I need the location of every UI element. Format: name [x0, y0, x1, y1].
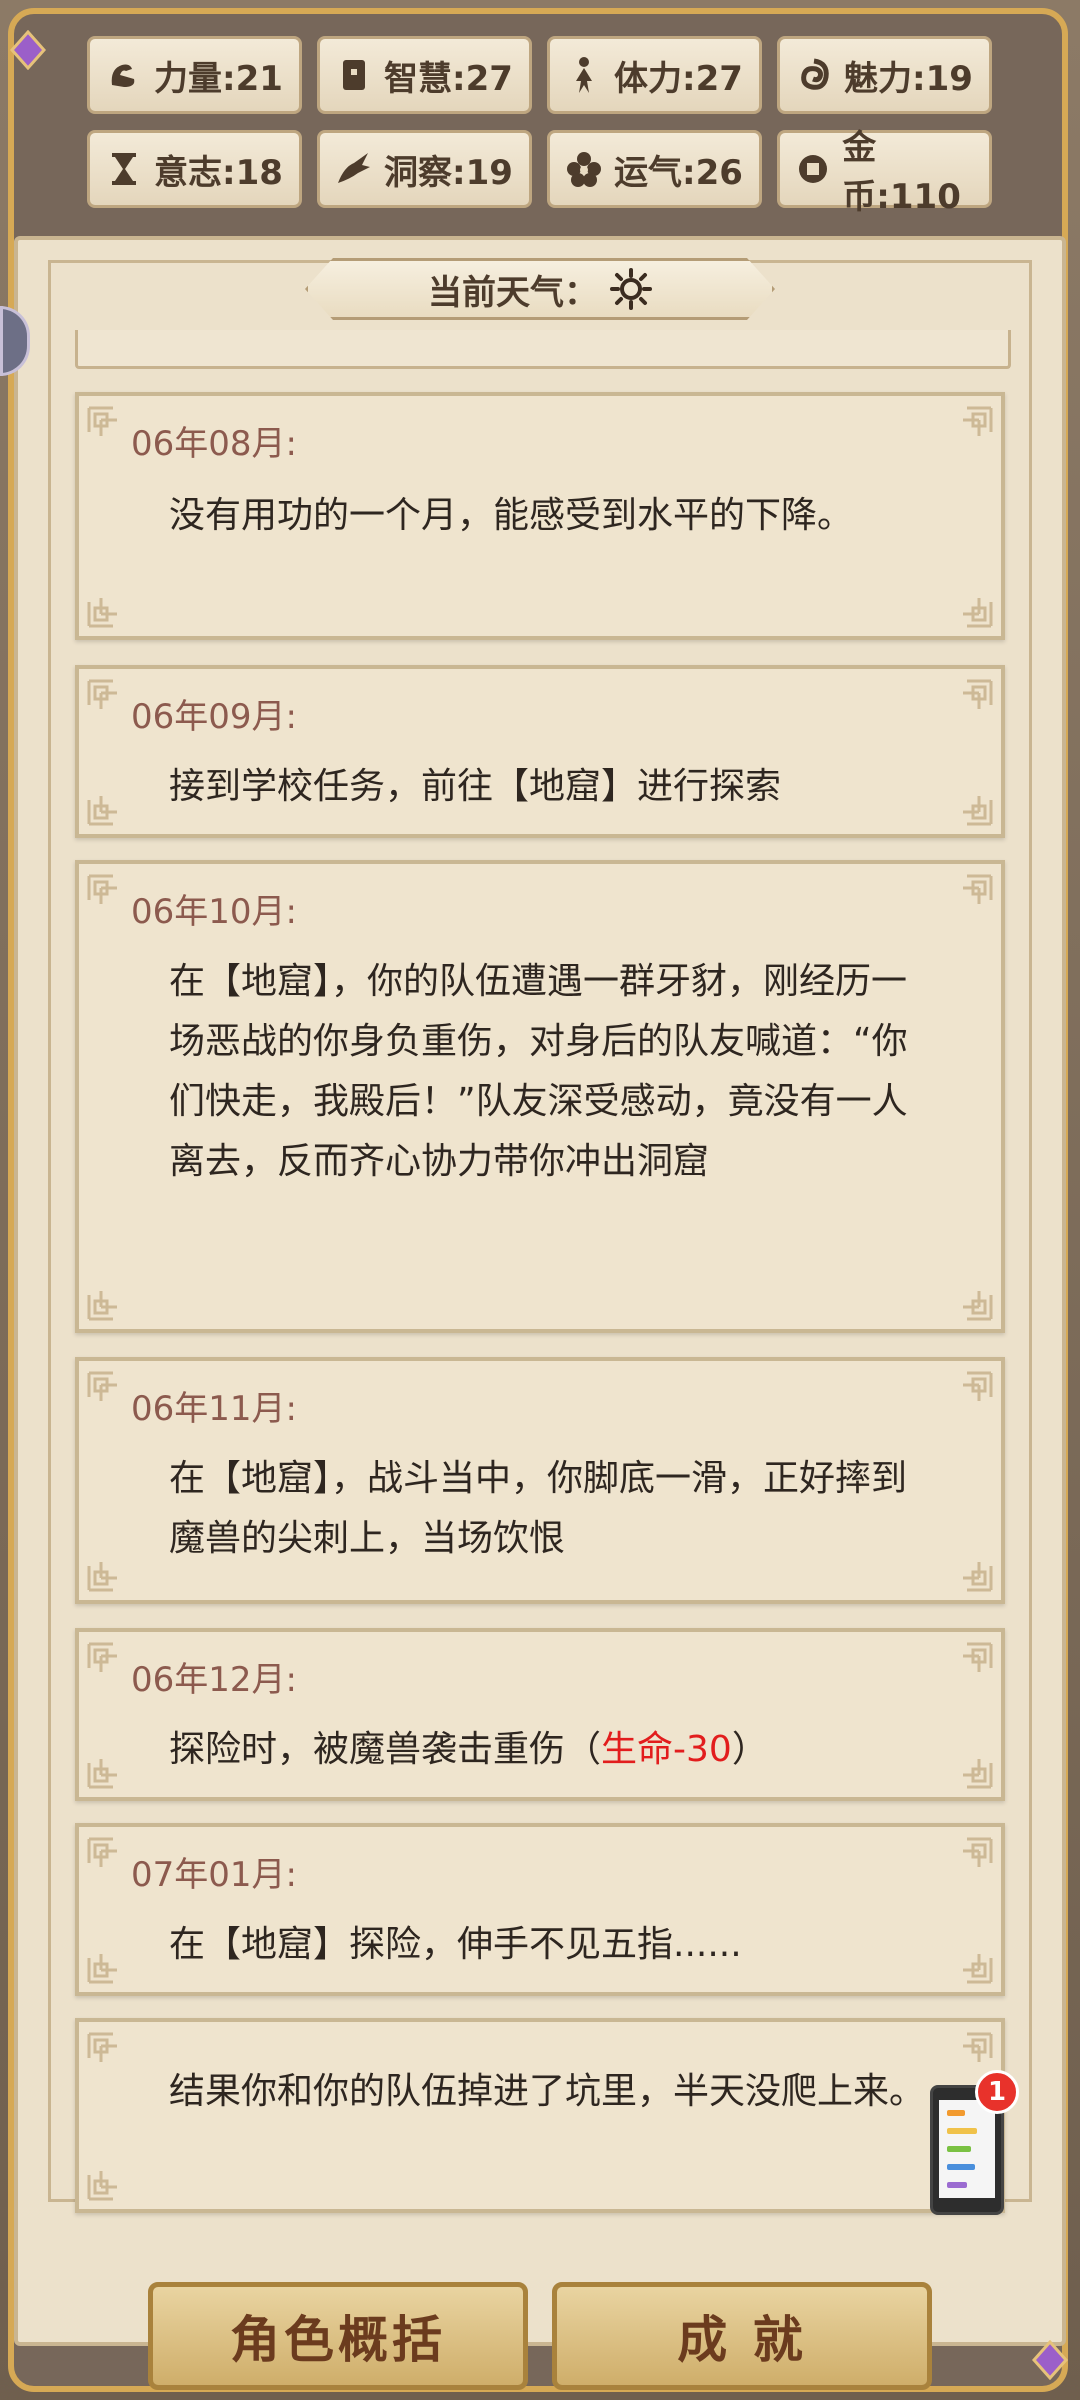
coin-icon [792, 147, 834, 191]
stat-label: 意志:18 [154, 152, 283, 193]
notification-badge: 1 [975, 2070, 1019, 2114]
corner-ornament-icon [87, 874, 117, 904]
achievements-button[interactable]: 成 就 [552, 2282, 932, 2390]
person-icon [562, 53, 606, 97]
character-overview-button[interactable]: 角色概括 [148, 2282, 528, 2390]
phone-app-bar [947, 2146, 971, 2152]
corner-ornament-icon [963, 1837, 993, 1867]
weather-banner: 当前天气： [305, 258, 775, 320]
log-text: 接到学校任务，前往【地窟】进行探索 [169, 766, 782, 807]
stat-will: 意志:18 [87, 130, 302, 208]
log-text-main: 探险时，被魔兽袭击重伤（ [169, 1729, 602, 1770]
stat-gold: 金币:110 [777, 128, 992, 217]
log-card: 06年12月: 探险时，被魔兽袭击重伤（生命-30） [75, 1628, 1005, 1801]
log-card: 06年08月: 没有用功的一个月，能感受到水平的下降。 [75, 392, 1005, 640]
log-text: 没有用功的一个月，能感受到水平的下降。 [169, 495, 854, 536]
phone-app-bar [947, 2164, 975, 2170]
corner-ornament-icon [87, 406, 117, 436]
corner-ornament-icon [87, 1371, 117, 1401]
log-card: 06年09月: 接到学校任务，前往【地窟】进行探索 [75, 665, 1005, 838]
stat-label: 运气:26 [614, 152, 743, 193]
book-icon [332, 53, 376, 97]
hourglass-icon [102, 147, 146, 191]
phone-app-bar [947, 2182, 967, 2188]
phone-screen [939, 2100, 995, 2198]
previous-card-edge [75, 330, 1011, 369]
stat-label: 金币:110 [842, 128, 961, 217]
corner-ornament-icon [87, 1291, 117, 1321]
log-text: 在【地窟】，战斗当中，你脚底一滑，正好摔到魔兽的尖刺上，当场饮恨 [169, 1458, 908, 1559]
hp-change-highlight: 生命-30 [601, 1729, 732, 1770]
log-text-tail: ） [731, 1729, 768, 1770]
corner-ornament-icon [963, 796, 993, 826]
corner-ornament-icon [87, 1759, 117, 1789]
stat-label: 体力:27 [614, 58, 743, 99]
charm-swirl-icon [792, 53, 836, 97]
dragon-eye-icon [332, 147, 376, 191]
stat-insight: 洞察:19 [317, 130, 532, 208]
stat-wisdom: 智慧:27 [317, 36, 532, 114]
log-date: 06年10月: [131, 892, 297, 932]
corner-ornament-icon [963, 1371, 993, 1401]
log-date: 06年12月: [131, 1660, 297, 1700]
corner-ornament-icon [963, 1562, 993, 1592]
log-text: 在【地窟】，你的队伍遭遇一群牙豺，刚经历一场恶战的你身负重伤，对身后的队友喊道：… [169, 961, 908, 1182]
log-card: 06年10月: 在【地窟】，你的队伍遭遇一群牙豺，刚经历一场恶战的你身负重伤，对… [75, 860, 1005, 1333]
corner-ornament-icon [963, 598, 993, 628]
corner-ornament-icon [87, 1562, 117, 1592]
clover-icon [562, 147, 606, 191]
corner-ornament-icon [87, 2032, 117, 2062]
corner-ornament-icon [87, 2171, 117, 2201]
corner-ornament-icon [963, 1291, 993, 1321]
corner-ornament-icon [963, 1642, 993, 1672]
purple-gem-icon [9, 30, 47, 70]
log-text: 探险时，被魔兽袭击重伤（生命-30） [169, 1720, 931, 1780]
log-card: 结果你和你的队伍掉进了坑里，半天没爬上来。 [75, 2018, 1005, 2213]
corner-ornament-icon [963, 679, 993, 709]
corner-ornament-icon [87, 1642, 117, 1672]
strength-arm-icon [102, 53, 146, 97]
log-text: 结果你和你的队伍掉进了坑里，半天没爬上来。 [169, 2071, 926, 2112]
stat-luck: 运气:26 [547, 130, 762, 208]
phone-app-bar [947, 2110, 965, 2116]
stat-label: 力量:21 [154, 58, 283, 99]
corner-ornament-icon [87, 796, 117, 826]
log-date: 07年01月: [131, 1855, 297, 1895]
sun-icon [610, 268, 652, 310]
corner-ornament-icon [87, 598, 117, 628]
corner-ornament-icon [963, 406, 993, 436]
log-card: 06年11月: 在【地窟】，战斗当中，你脚底一滑，正好摔到魔兽的尖刺上，当场饮恨 [75, 1357, 1005, 1604]
corner-ornament-icon [87, 1837, 117, 1867]
stats-panel: 力量:21 智慧:27 体力:27 魅力:19 意志:18 洞察:19 运气:2… [0, 32, 1080, 217]
stat-label: 魅力:19 [844, 58, 973, 99]
corner-ornament-icon [87, 1954, 117, 1984]
log-text: 在【地窟】探险，伸手不见五指...... [169, 1924, 742, 1965]
stat-strength: 力量:21 [87, 36, 302, 114]
log-card: 07年01月: 在【地窟】探险，伸手不见五指...... [75, 1823, 1005, 1996]
log-date: 06年08月: [131, 424, 297, 464]
corner-ornament-icon [87, 679, 117, 709]
log-date: 06年11月: [131, 1389, 297, 1429]
stat-stamina: 体力:27 [547, 36, 762, 114]
weather-label: 当前天气： [428, 272, 598, 313]
corner-ornament-icon [963, 1954, 993, 1984]
corner-ornament-icon [963, 2032, 993, 2062]
purple-gem-icon [1031, 2340, 1069, 2380]
corner-ornament-icon [963, 1759, 993, 1789]
stat-charm: 魅力:19 [777, 36, 992, 114]
stat-label: 智慧:27 [384, 58, 513, 99]
corner-ornament-icon [963, 874, 993, 904]
stat-label: 洞察:19 [384, 152, 513, 193]
phone-app-bar [947, 2128, 977, 2134]
log-date: 06年09月: [131, 697, 297, 737]
